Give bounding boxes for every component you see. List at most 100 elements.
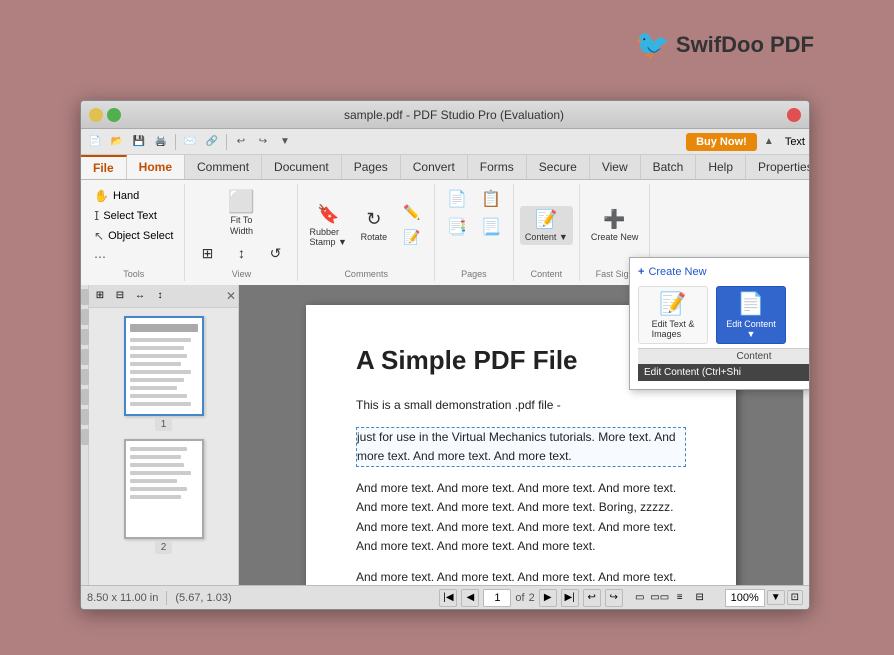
print-button[interactable]: 🖨️ — [151, 132, 171, 152]
view-btn3[interactable]: ↺ — [259, 242, 291, 265]
open-button[interactable]: 📂 — [107, 132, 127, 152]
minimize-button[interactable] — [89, 108, 103, 122]
page-btn4[interactable]: 📃 — [475, 214, 507, 240]
single-page-button[interactable]: ▭ — [631, 589, 649, 607]
left-panel-btn4[interactable] — [81, 349, 89, 365]
pages-row2: 📑 📃 — [441, 214, 507, 240]
rubber-stamp-button[interactable]: 🔖 RubberStamp ▼ — [304, 201, 351, 250]
thumb2-line4 — [130, 471, 191, 475]
scroll-button[interactable]: ≡ — [671, 589, 689, 607]
quick-access-bar: 📄 📂 💾 🖨️ ✉️ 🔗 ↩ ↪ ▼ Buy Now! ▲ Text — [81, 129, 809, 155]
current-page-input[interactable] — [483, 589, 511, 607]
left-panel-btn2[interactable] — [81, 309, 89, 325]
edit-content-button[interactable]: 📄 Edit Content ▼ — [716, 286, 786, 344]
fit-page-button[interactable]: ⊡ — [787, 590, 803, 605]
thumb-line8 — [130, 394, 188, 398]
ribbon-tabs: File Home Comment Document Pages Convert… — [81, 155, 809, 180]
tab-forms[interactable]: Forms — [468, 155, 527, 179]
thumb-btn3[interactable]: ↔ — [131, 287, 149, 305]
left-panel-btn1[interactable] — [81, 289, 89, 305]
thumbnail-page-2[interactable]: 2 — [124, 439, 204, 554]
tab-batch[interactable]: Batch — [641, 155, 697, 179]
tab-properties[interactable]: Properties — [746, 155, 810, 179]
thumbnail-page-1[interactable]: 1 — [124, 316, 204, 431]
page-btn3[interactable]: 📑 — [441, 214, 473, 240]
zoom-dropdown-button[interactable]: ▼ — [767, 590, 785, 605]
title-bar: sample.pdf - PDF Studio Pro (Evaluation) — [81, 101, 809, 129]
new-button[interactable]: 📄 — [85, 132, 105, 152]
left-panel-btn8[interactable] — [81, 429, 89, 445]
prev-page-button[interactable]: ◀ — [461, 589, 479, 607]
tab-document[interactable]: Document — [262, 155, 342, 179]
thumb-close-button[interactable]: ✕ — [226, 289, 236, 303]
two-page-button[interactable]: ▭▭ — [651, 589, 669, 607]
left-panel-btn5[interactable] — [81, 369, 89, 385]
left-panel-btn7[interactable] — [81, 409, 89, 425]
tab-home[interactable]: Home — [127, 155, 185, 179]
hand-tool[interactable]: ✋ Hand — [89, 186, 178, 206]
thumb2-line1 — [130, 447, 188, 451]
thumb-line7 — [130, 386, 178, 390]
first-page-button[interactable]: |◀ — [439, 589, 457, 607]
content-icon: 📝 — [535, 209, 557, 230]
edit-text-images-button[interactable]: 📝 Edit Text &Images — [638, 286, 708, 344]
scroll2-button[interactable]: ⊟ — [691, 589, 709, 607]
prev-view-button[interactable]: ↩ — [583, 589, 601, 607]
next-view-button[interactable]: ↪ — [605, 589, 623, 607]
email-button[interactable]: ✉️ — [180, 132, 200, 152]
view-btn2[interactable]: ↕ — [225, 242, 257, 265]
comment-btn1[interactable]: ✏️ — [396, 201, 428, 224]
undo-button[interactable]: ↩ — [231, 132, 251, 152]
status-sep1 — [166, 591, 167, 605]
app-name: SwifDoo PDF — [676, 32, 814, 58]
view-btn1[interactable]: ⊞ — [191, 242, 223, 265]
left-panel — [81, 285, 89, 585]
page-btn2[interactable]: 📋 — [475, 186, 507, 212]
tab-comment[interactable]: Comment — [185, 155, 262, 179]
close-button[interactable] — [787, 108, 801, 122]
rubber-stamp-label: RubberStamp ▼ — [309, 227, 346, 247]
buy-now-button[interactable]: Buy Now! — [686, 133, 757, 151]
maximize-button[interactable] — [107, 108, 121, 122]
left-panel-btn3[interactable] — [81, 329, 89, 345]
tools-group: ✋ Hand 𝖨 Select Text ↖ Object Select ⋯ T… — [83, 184, 185, 281]
plus-icon: + — [638, 266, 644, 278]
comments-group-label: Comments — [298, 269, 433, 279]
save-button[interactable]: 💾 — [129, 132, 149, 152]
share-button[interactable]: 🔗 — [202, 132, 222, 152]
tab-file[interactable]: File — [81, 155, 127, 179]
thumb-btn2[interactable]: ⊟ — [111, 287, 129, 305]
tab-view[interactable]: View — [590, 155, 641, 179]
next-page-button[interactable]: ▶ — [539, 589, 557, 607]
create-new-inner-button[interactable]: + Create New — [638, 266, 707, 278]
thumb2-line5 — [130, 479, 178, 483]
tab-secure[interactable]: Secure — [527, 155, 590, 179]
last-page-button[interactable]: ▶| — [561, 589, 579, 607]
view-group-items: ⬜ Fit ToWidth ⊞ ↕ ↺ — [191, 186, 291, 279]
thumb-line4 — [130, 362, 181, 366]
tab-help[interactable]: Help — [696, 155, 746, 179]
create-new-button[interactable]: ➕ Create New — [586, 206, 644, 245]
tab-convert[interactable]: Convert — [401, 155, 468, 179]
zoom-input[interactable] — [725, 589, 765, 607]
content-button[interactable]: 📝 Content ▼ — [520, 206, 573, 245]
fit-to-width-button[interactable]: ⬜ Fit ToWidth — [221, 186, 262, 240]
redo-button[interactable]: ↪ — [253, 132, 273, 152]
dropdown-arrow[interactable]: ▼ — [275, 132, 295, 152]
more-comment-btns: ✏️ 📝 — [396, 201, 428, 249]
rotate-button[interactable]: ↻ Rotate — [354, 206, 394, 245]
comment-btn2[interactable]: 📝 — [396, 226, 428, 249]
tab-pages[interactable]: Pages — [342, 155, 401, 179]
thumb-btn4[interactable]: ↕ — [151, 287, 169, 305]
more-tools[interactable]: ⋯ — [89, 247, 178, 267]
object-select-tool[interactable]: ↖ Object Select — [89, 226, 178, 246]
page-btn1[interactable]: 📄 — [441, 186, 473, 212]
pdf-para-3: And more text. And more text. And more t… — [356, 479, 686, 556]
left-panel-btn6[interactable] — [81, 389, 89, 405]
hand-icon: ✋ — [94, 189, 109, 203]
logo-icon: 🐦 — [635, 28, 670, 61]
select-text-tool[interactable]: 𝖨 Select Text — [89, 206, 178, 226]
help-arrow-up[interactable]: ▲ — [759, 132, 779, 152]
create-new-icon: ➕ — [603, 209, 625, 230]
thumb-btn1[interactable]: ⊞ — [91, 287, 109, 305]
